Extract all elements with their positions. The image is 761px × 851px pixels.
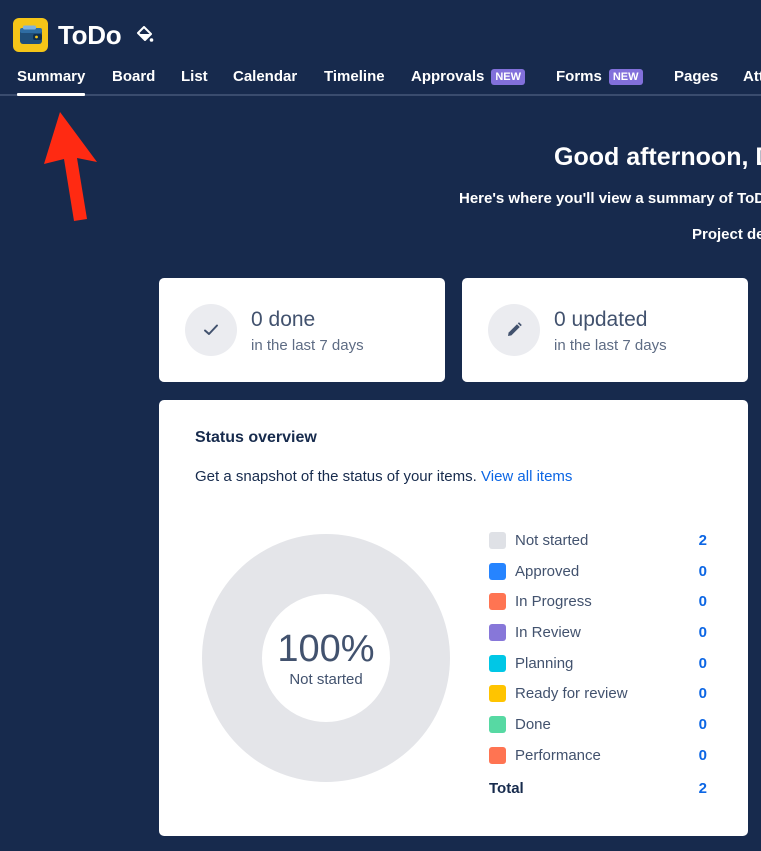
tab-forms[interactable]: Forms NEW	[556, 62, 643, 94]
tab-label: Forms	[556, 68, 602, 85]
tab-label: Board	[112, 68, 156, 85]
legend-label: Done	[515, 715, 551, 733]
tab-label: Calendar	[233, 68, 298, 85]
tab-list[interactable]: List	[181, 62, 208, 94]
legend-count[interactable]: 0	[699, 593, 707, 610]
summary-subtitle: Here's where you'll view a summary of To…	[459, 190, 761, 207]
legend-item[interactable]: Planning 0	[489, 648, 707, 679]
legend-swatch	[489, 746, 506, 764]
legend-item[interactable]: Ready for review 0	[489, 678, 707, 709]
total-count[interactable]: 2	[699, 780, 707, 797]
app-logo[interactable]	[13, 18, 48, 52]
tab-label: List	[181, 68, 208, 85]
legend-item[interactable]: Performance 0	[489, 740, 707, 771]
legend-count[interactable]: 0	[699, 655, 707, 672]
app-header: ToDo	[13, 18, 155, 52]
tab-label: Pages	[674, 68, 719, 85]
legend-swatch	[489, 562, 506, 580]
legend-count[interactable]: 2	[699, 532, 707, 549]
legend-label: In Review	[515, 623, 581, 641]
legend-swatch	[489, 654, 506, 672]
status-legend: Not started 2 Approved 0 In Progress 0 In R…	[489, 525, 707, 805]
tab-summary[interactable]: Summary	[17, 62, 86, 96]
tab-approvals[interactable]: Approvals NEW	[411, 62, 526, 94]
legend-swatch	[489, 685, 506, 703]
legend-swatch	[489, 531, 506, 549]
tab-label: Approvals	[411, 68, 485, 85]
donut-center: 100% Not started	[202, 534, 450, 782]
tab-label: Summary	[17, 68, 86, 85]
status-overview-card: Status overview Get a snapshot of the st…	[159, 400, 748, 836]
legend-count[interactable]: 0	[699, 624, 707, 641]
tab-calendar[interactable]: Calendar	[233, 62, 297, 94]
updated-count: 0 updated	[554, 308, 648, 331]
legend-label: In Progress	[515, 593, 592, 611]
legend-label: Performance	[515, 746, 601, 764]
new-badge: NEW	[608, 69, 643, 85]
legend-count[interactable]: 0	[699, 685, 707, 702]
summary-page: ToDo Summary Board List Calendar Timelin…	[0, 0, 761, 851]
pencil-icon	[488, 304, 540, 356]
project-details-link[interactable]: Project de	[692, 226, 761, 243]
legend-label: Planning	[515, 654, 574, 672]
app-title: ToDo	[58, 19, 122, 50]
view-all-items-link[interactable]: View all items	[481, 468, 572, 485]
paint-bucket-icon[interactable]	[135, 25, 155, 45]
legend-count[interactable]: 0	[699, 716, 707, 733]
status-description-text: Get a snapshot of the status of your ite…	[195, 468, 477, 485]
legend-item[interactable]: In Progress 0	[489, 586, 707, 617]
legend-swatch	[489, 623, 506, 641]
done-period: in the last 7 days	[251, 337, 364, 354]
tab-label: Att	[743, 68, 761, 85]
legend-label: Approved	[515, 562, 580, 580]
tab-label: Timeline	[324, 68, 385, 85]
legend-item[interactable]: Approved 0	[489, 556, 707, 587]
legend-item[interactable]: Done 0	[489, 709, 707, 740]
legend-total-row: Total 2	[489, 773, 707, 805]
tab-attachments[interactable]: Att	[743, 62, 761, 94]
status-overview-title: Status overview	[195, 429, 317, 446]
legend-label: Not started	[515, 531, 589, 549]
tab-board[interactable]: Board	[112, 62, 155, 94]
updated-period: in the last 7 days	[554, 337, 667, 354]
legend-count[interactable]: 0	[699, 563, 707, 580]
legend-label: Ready for review	[515, 685, 628, 703]
done-stat-card: 0 done in the last 7 days	[159, 278, 445, 382]
red-arrow-annotation	[44, 112, 97, 221]
donut-label: Not started	[289, 670, 363, 688]
legend-item[interactable]: In Review 0	[489, 617, 707, 648]
status-overview-description: Get a snapshot of the status of your ite…	[195, 468, 572, 485]
legend-swatch	[489, 593, 506, 611]
legend-count[interactable]: 0	[699, 747, 707, 764]
legend-swatch	[489, 715, 506, 733]
legend-item[interactable]: Not started 2	[489, 525, 707, 556]
new-badge: NEW	[491, 69, 526, 85]
greeting-heading: Good afternoon, D	[554, 143, 761, 171]
check-icon	[185, 304, 237, 356]
done-count: 0 done	[251, 308, 316, 331]
tab-timeline[interactable]: Timeline	[324, 62, 385, 94]
tab-pages[interactable]: Pages	[674, 62, 718, 94]
total-label: Total	[489, 780, 524, 797]
updated-stat-card: 0 updated in the last 7 days	[462, 278, 748, 382]
navigation-tabs: Summary Board List Calendar Timeline App…	[0, 62, 761, 96]
wallet-icon	[19, 25, 42, 44]
donut-percent: 100%	[277, 627, 375, 670]
